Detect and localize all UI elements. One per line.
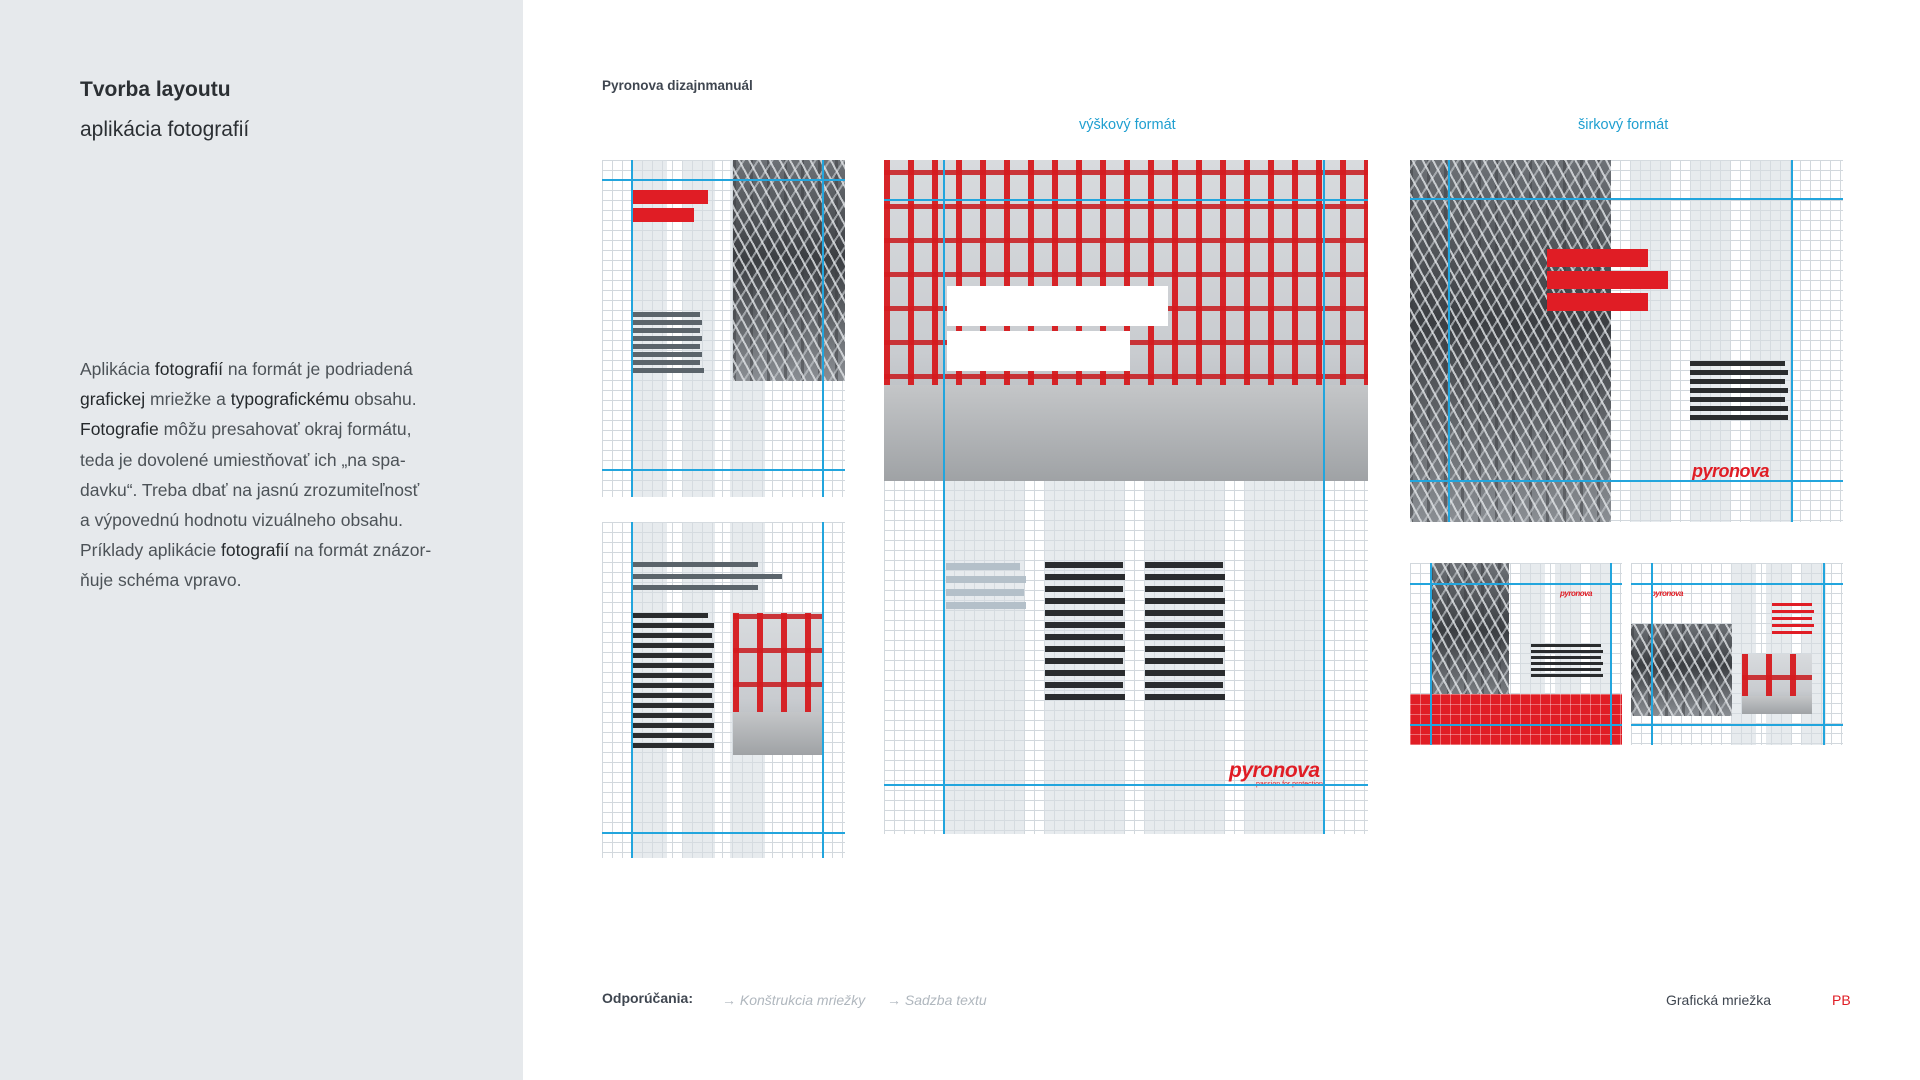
layout-example-landscape-small-2: pyronova xyxy=(1631,563,1843,745)
pyronova-logo: pyronova xyxy=(1692,461,1770,481)
text-span: mriežke a xyxy=(145,389,231,410)
page-title: Tvorba layoutu xyxy=(80,78,231,101)
fire-pipes-photo xyxy=(733,613,824,755)
emphasized-word: fotografií xyxy=(154,359,224,379)
red-title-bar xyxy=(1547,271,1668,289)
fire-pipes-photo xyxy=(1742,654,1812,714)
pyronova-logo: pyronova xyxy=(1560,589,1593,598)
pyronova-logo: pyronova xyxy=(1229,759,1320,782)
paragraph-line: Príklady aplikácie fotografií na formát … xyxy=(80,535,450,565)
link-typesetting[interactable]: → Sadzba textu xyxy=(887,992,987,1008)
text-span: teda je dovolené umiestňovať ich „na spa… xyxy=(80,449,406,470)
description-paragraph: Aplikácia fotografií na formát je podria… xyxy=(80,354,450,596)
text-span: ňuje schéma vpravo. xyxy=(80,570,242,591)
red-title-bar xyxy=(1547,249,1648,267)
text-span: Aplikácia xyxy=(80,359,155,379)
paragraph-line: Fotografie môžu presahovať okraj formátu… xyxy=(80,414,450,444)
text-span: na formát je podriadená xyxy=(223,359,413,379)
layout-example-landscape-large: pyronova xyxy=(1410,160,1843,522)
text-span: a výpovednú hodnotu vizuálneho obsahu. xyxy=(80,510,404,531)
text-span: davku“. Treba dbať na jasnú zrozumiteľno… xyxy=(80,479,420,500)
red-title-bar xyxy=(1547,293,1648,311)
pyronova-logo: pyronova xyxy=(1651,589,1684,598)
layout-example-portrait-large: pyronova passion for protection xyxy=(884,160,1368,834)
manual-title: Pyronova dizajnmanuál xyxy=(602,78,753,93)
text-span: na formát znázor- xyxy=(289,540,432,561)
steel-structure-photo xyxy=(733,160,845,381)
layout-example-portrait-2 xyxy=(602,522,845,858)
section-name: Grafická mriežka xyxy=(1666,992,1772,1008)
paragraph-line: teda je dovolené umiestňovať ich „na spa… xyxy=(80,445,450,475)
steel-structure-photo xyxy=(1631,624,1732,716)
text-span: obsahu. xyxy=(349,389,417,410)
white-title-box xyxy=(947,286,1168,326)
text-span: Príklady aplikácie xyxy=(80,540,222,561)
paragraph-line: a výpovednú hodnotu vizuálneho obsahu. xyxy=(80,505,450,535)
emphasized-word: typografickému xyxy=(230,389,350,410)
section-code: PB xyxy=(1832,992,1851,1008)
paragraph-line: ňuje schéma vpravo. xyxy=(80,565,450,595)
white-title-box xyxy=(947,331,1130,371)
red-title-bar xyxy=(632,208,694,222)
portrait-format-label: výškový formát xyxy=(1079,117,1176,133)
layout-example-landscape-small-1: pyronova xyxy=(1410,563,1622,745)
paragraph-line: davku“. Treba dbať na jasnú zrozumiteľno… xyxy=(80,475,450,505)
layout-example-portrait-1 xyxy=(602,160,845,497)
paragraph-line: Aplikácia fotografií na formát je podria… xyxy=(80,354,450,384)
emphasized-word: grafickej xyxy=(80,389,146,410)
paragraph-line: grafickej mriežke a typografickému obsah… xyxy=(80,384,450,414)
text-span: môžu presahovať okraj formátu, xyxy=(158,419,412,440)
steel-structure-photo xyxy=(1430,563,1509,714)
recommendations-label: Odporúčania: xyxy=(602,990,694,1006)
red-grid-band xyxy=(1410,694,1622,745)
page-subtitle: aplikácia fotografií xyxy=(80,118,250,141)
emphasized-word: fotografií xyxy=(221,540,290,561)
red-title-bar xyxy=(632,190,708,204)
emphasized-word: Fotografie xyxy=(80,419,159,440)
steel-structure-photo xyxy=(1410,160,1611,522)
link-grid-construction[interactable]: → Konštrukcia mriežky xyxy=(722,992,865,1008)
sidebar: Tvorba layoutu aplikácia fotografií Apli… xyxy=(0,0,523,1080)
landscape-format-label: širkový formát xyxy=(1578,117,1669,133)
